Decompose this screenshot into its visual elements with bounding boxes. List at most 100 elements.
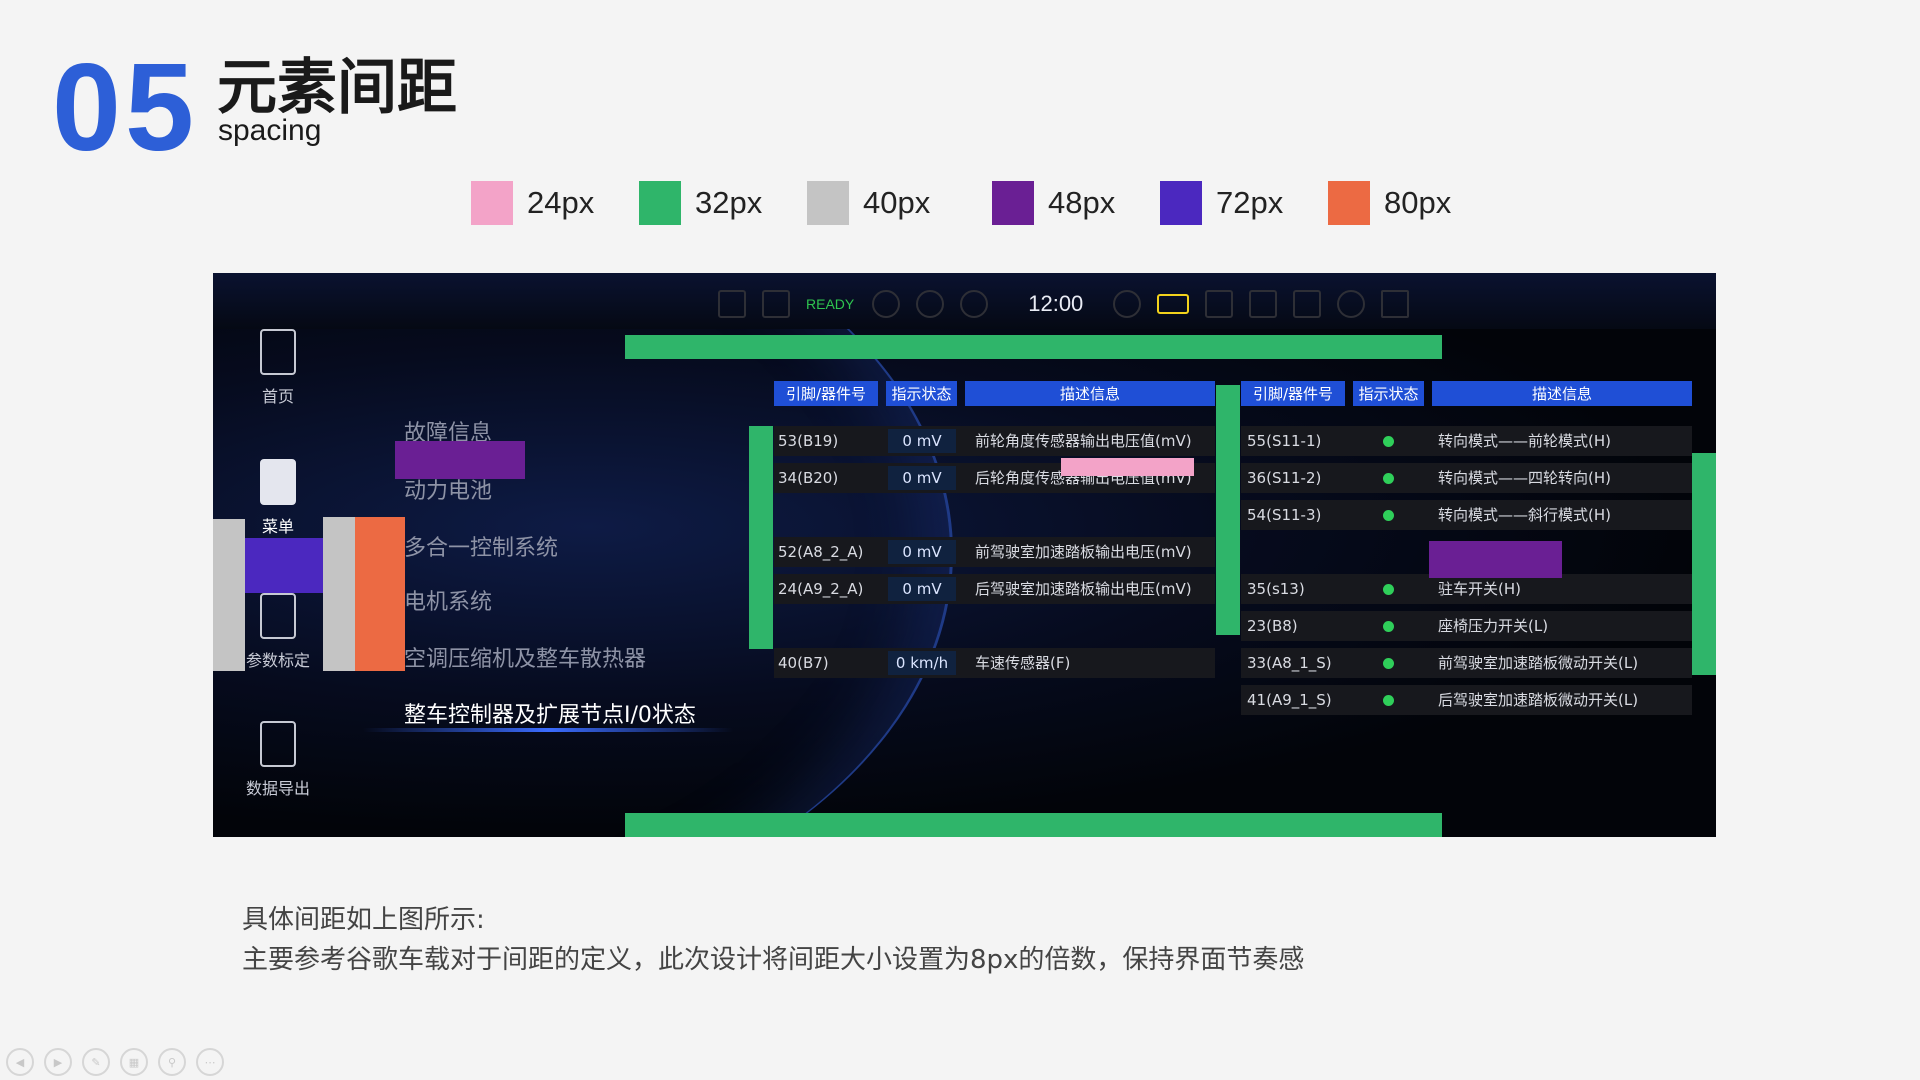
legend-swatch [807, 181, 849, 225]
row-pin: 40(B7) [778, 654, 829, 672]
right-table-header-status: 指示状态 [1353, 381, 1424, 406]
status-indicator-dot [1383, 658, 1394, 669]
row-pin: 36(S11-2) [1247, 469, 1322, 487]
oil-icon [1249, 290, 1278, 318]
nav-calibration-label: 参数标定 [245, 651, 310, 670]
menu-item-control-system[interactable]: 多合一控制系统 [404, 530, 558, 562]
warning-circle-icon [916, 290, 945, 318]
right-table-header-pin: 引脚/器件号 [1241, 381, 1345, 406]
legend-label: 80px [1384, 185, 1452, 220]
section-title: 元素间距 [217, 53, 457, 123]
document-list-icon [260, 459, 296, 505]
row-pin: 23(B8) [1247, 617, 1298, 635]
row-pin: 54(S11-3) [1247, 506, 1322, 524]
row-value: 0 mV [888, 540, 956, 564]
battery-icon [1157, 294, 1190, 314]
legend-swatch [471, 181, 513, 225]
row-desc: 转向模式——四轮转向(H) [1438, 469, 1611, 487]
pen-icon[interactable]: ✎ [82, 1048, 110, 1076]
spacing-marker-72 [245, 538, 323, 593]
row-pin: 34(B20) [778, 469, 839, 487]
row-value: 0 mV [888, 577, 956, 601]
seat-icon [718, 290, 746, 318]
spacing-marker-80 [355, 517, 405, 671]
spacing-marker-32-top [625, 335, 1442, 359]
legend-swatch [639, 181, 681, 225]
spacing-marker-40-left [213, 519, 245, 671]
legend-label: 24px [527, 185, 595, 220]
row-desc: 驻车开关(H) [1438, 580, 1521, 598]
section-number: 05 [52, 39, 198, 177]
row-value: 0 km/h [888, 651, 956, 675]
zoom-icon[interactable]: ⚲ [158, 1048, 186, 1076]
row-desc: 座椅压力开关(L) [1438, 617, 1549, 635]
legend-item-48: 48px [992, 181, 1115, 225]
spacing-marker-24 [1061, 458, 1194, 476]
engine-icon [1205, 290, 1234, 318]
section-subtitle: spacing [218, 114, 322, 147]
spacing-marker-48-table [1429, 541, 1562, 578]
legend-swatch [1328, 181, 1370, 225]
nav-home[interactable]: 首页 [213, 329, 343, 407]
nav-export[interactable]: 数据导出 [213, 721, 343, 799]
spacing-marker-32-between-tables [1216, 385, 1240, 635]
menu-item-ac-compressor[interactable]: 空调压缩机及整车散热器 [404, 641, 646, 673]
left-table-header-pin: 引脚/器件号 [774, 381, 878, 406]
wrench-icon [762, 290, 790, 318]
clock: 12:00 [1028, 291, 1084, 316]
status-indicator-dot [1383, 621, 1394, 632]
row-pin: 55(S11-1) [1247, 432, 1322, 450]
slides-icon[interactable]: ▦ [120, 1048, 148, 1076]
ready-indicator: READY [806, 296, 855, 312]
nav-home-label: 首页 [261, 387, 294, 406]
row-desc: 车速传感器(F) [975, 654, 1071, 672]
legend-label: 72px [1216, 185, 1284, 220]
status-indicator-dot [1383, 695, 1394, 706]
row-desc: 转向模式——前轮模式(H) [1438, 432, 1611, 450]
legend-item-24: 24px [471, 181, 594, 225]
row-pin: 53(B19) [778, 432, 839, 450]
row-desc: 后驾驶室加速踏板微动开关(L) [1438, 691, 1639, 709]
right-table-header-desc: 描述信息 [1432, 381, 1692, 406]
row-value: 0 mV [888, 466, 956, 490]
more-icon[interactable]: ⋯ [196, 1048, 224, 1076]
nav-menu-label: 菜单 [261, 517, 294, 536]
status-indicator-dot [1383, 436, 1394, 447]
legend-swatch [992, 181, 1034, 225]
row-pin: 35(s13) [1247, 580, 1305, 598]
row-desc: 前轮角度传感器输出电压值(mV) [975, 432, 1192, 450]
status-indicator-dot [1383, 584, 1394, 595]
steering-wheel-icon [260, 329, 296, 375]
legend-label: 32px [695, 185, 763, 220]
legend-item-72: 72px [1160, 181, 1283, 225]
row-pin: 24(A9_2_A) [778, 580, 864, 598]
steering-icon [1337, 290, 1366, 318]
row-desc: 前驾驶室加速踏板微动开关(L) [1438, 654, 1639, 672]
row-pin: 33(A8_1_S) [1247, 654, 1332, 672]
row-value: 0 mV [888, 429, 956, 453]
menu-item-vcu-io[interactable]: 整车控制器及扩展节点I/0状态 [404, 697, 696, 729]
row-desc: 前驾驶室加速踏板输出电压(mV) [975, 543, 1192, 561]
legend-item-40: 40px [807, 181, 930, 225]
presentation-controls: ◀ ▶ ✎ ▦ ⚲ ⋯ [6, 1048, 234, 1076]
spacing-legend: 24px 32px 40px 48px 72px 80px [0, 181, 1920, 225]
coolant-icon [1293, 290, 1322, 318]
note-line-1: 具体间距如上图所示: [242, 905, 485, 935]
previous-icon[interactable]: ◀ [6, 1048, 34, 1076]
spacing-marker-32-right-edge [1692, 453, 1716, 675]
menu-item-motor[interactable]: 电机系统 [404, 584, 492, 616]
legend-item-32: 32px [639, 181, 762, 225]
legend-item-80: 80px [1328, 181, 1451, 225]
row-pin: 52(A8_2_A) [778, 543, 864, 561]
stop-icon [872, 290, 901, 318]
row-pin: 41(A9_1_S) [1247, 691, 1332, 709]
parking-icon [1113, 290, 1142, 318]
row-desc: 转向模式——斜行模式(H) [1438, 506, 1611, 524]
hazard-icon [1381, 290, 1410, 318]
legend-label: 40px [863, 185, 931, 220]
left-table-header-status: 指示状态 [886, 381, 957, 406]
row-desc: 后驾驶室加速踏板输出电压(mV) [975, 580, 1192, 598]
next-icon[interactable]: ▶ [44, 1048, 72, 1076]
export-icon [260, 721, 296, 767]
vehicle-screen-mockup: READY 12:00 首页 菜单 参数标定 数据导出 故障信息 动力电池 多合… [213, 273, 1716, 837]
